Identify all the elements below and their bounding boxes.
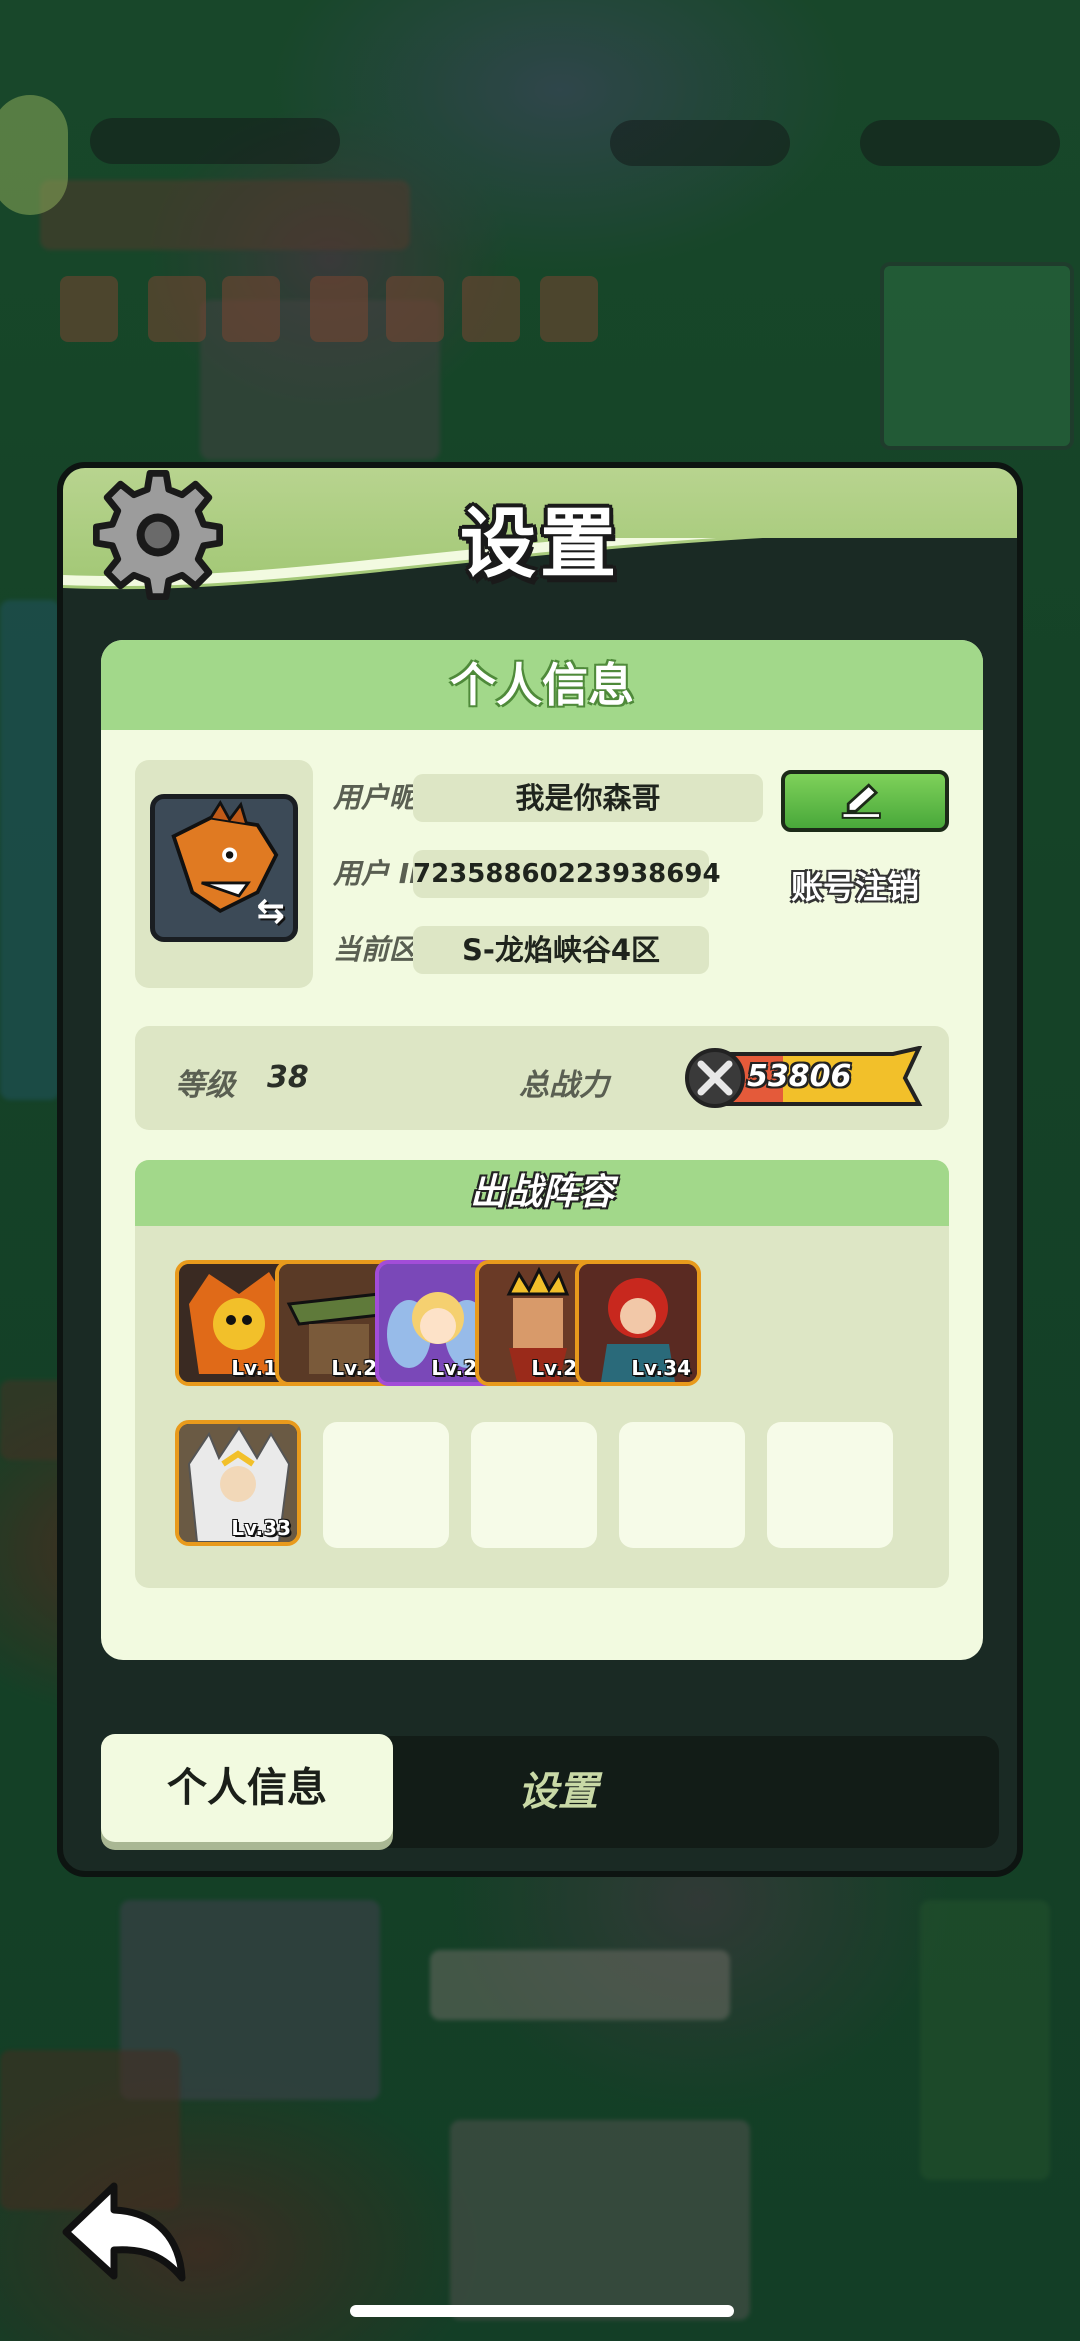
hud-hero-icon (462, 276, 520, 342)
hud-hero-icon (222, 276, 280, 342)
minimap (880, 262, 1074, 450)
hud-player-bar (90, 118, 340, 164)
player-avatar-hud (0, 95, 68, 215)
avatar-container[interactable]: ⇆ (135, 760, 313, 988)
hud-gem-counter (610, 120, 790, 166)
back-arrow-icon[interactable] (58, 2180, 192, 2284)
nickname-field: 我是你森哥 (413, 774, 763, 822)
level-value: 38 (267, 1060, 309, 1095)
level-label: 等级 (175, 1068, 235, 1103)
empty-hero-slot[interactable] (323, 1422, 449, 1548)
lineup-title: 出战阵容 (135, 1160, 949, 1226)
hud-hero-icon (148, 276, 206, 342)
hud-hero-icon (310, 276, 368, 342)
panel-tabs: 个人信息 设置 (101, 1734, 999, 1848)
tab-personal-info[interactable]: 个人信息 (101, 1734, 393, 1842)
cancel-account-link[interactable]: 账号注销 (791, 862, 919, 908)
hero-slot[interactable]: Lv.33 (175, 1420, 301, 1546)
battle-lineup: 出战阵容 Lv.19 Lv.25 Lv.23 Lv.26 Lv.34 Lv.33 (135, 1160, 949, 1588)
hud-hero-icon (540, 276, 598, 342)
hero-level: Lv.33 (231, 1516, 291, 1540)
hud-gold-counter (860, 120, 1060, 166)
settings-panel: 设置 个人信息 ⇆ 用户昵称 我是你森哥 用户 ID 7235886022393… (57, 462, 1023, 1877)
hud-hero-icon (386, 276, 444, 342)
tab-settings[interactable]: 设置 (393, 1736, 723, 1848)
edit-nickname-button[interactable] (781, 770, 949, 832)
power-label: 总战力 (519, 1068, 609, 1103)
user-id-field: 72358860223938694 (413, 850, 721, 898)
page-title: 设置 (460, 499, 620, 588)
server-field: S-龙焰峡谷4区 (413, 926, 709, 974)
home-indicator[interactable] (350, 2305, 734, 2317)
profile-card: 个人信息 ⇆ 用户昵称 我是你森哥 用户 ID 7235886022393869… (101, 640, 983, 1660)
avatar[interactable]: ⇆ (150, 794, 298, 942)
empty-hero-slot[interactable] (619, 1422, 745, 1548)
pencil-icon (841, 783, 881, 819)
hud-hero-icon (60, 276, 118, 342)
swap-icon[interactable]: ⇆ (257, 891, 286, 931)
empty-hero-slot[interactable] (767, 1422, 893, 1548)
stats-bar: 等级 38 总战力 53806 (135, 1026, 949, 1130)
hero-level: Lv.34 (631, 1356, 691, 1380)
hero-slot[interactable]: Lv.34 (575, 1260, 701, 1386)
power-value: 53806 (747, 1059, 852, 1094)
profile-section-title: 个人信息 (101, 640, 983, 730)
empty-hero-slot[interactable] (471, 1422, 597, 1548)
